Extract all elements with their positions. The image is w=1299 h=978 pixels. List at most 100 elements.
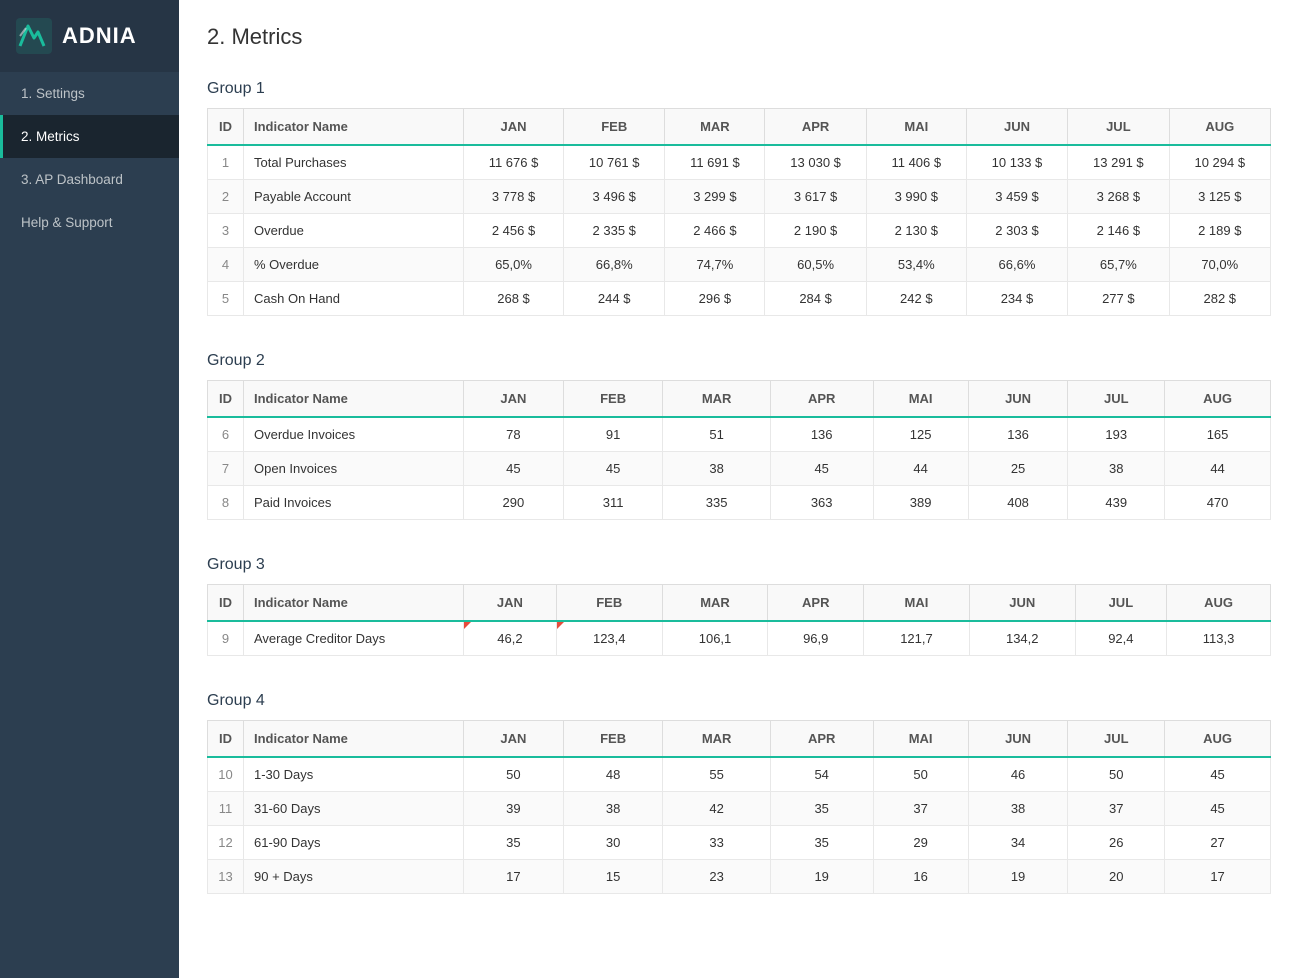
cell-feb: 2 335 $ <box>564 214 665 248</box>
row-id: 5 <box>208 282 244 316</box>
col-header-jun: JUN <box>969 585 1075 622</box>
cell-feb: 311 <box>563 486 663 520</box>
cell-mar: 296 $ <box>665 282 765 316</box>
cell-jan: 39 <box>464 792 564 826</box>
table-row: 1Total Purchases11 676 $10 761 $11 691 $… <box>208 145 1271 180</box>
cell-mar: 11 691 $ <box>665 145 765 180</box>
cell-mar: 106,1 <box>662 621 768 656</box>
cell-feb: 38 <box>563 792 663 826</box>
cell-jul: 26 <box>1068 826 1165 860</box>
cell-jun: 3 459 $ <box>966 180 1067 214</box>
groups-container: Group 1 IDIndicator NameJANFEBMARAPRMAIJU… <box>207 80 1271 894</box>
cell-aug: 45 <box>1165 792 1271 826</box>
col-header-jan: JAN <box>464 721 564 758</box>
cell-jun: 408 <box>968 486 1068 520</box>
sidebar-item-metrics[interactable]: 2. Metrics <box>0 115 179 158</box>
indicator-name: Open Invoices <box>244 452 464 486</box>
group-section-group3: Group 3IDIndicator NameJANFEBMARAPRMAIJU… <box>207 556 1271 656</box>
cell-mar: 33 <box>663 826 770 860</box>
col-header-jul: JUL <box>1075 585 1166 622</box>
cell-aug: 44 <box>1165 452 1271 486</box>
cell-aug: 27 <box>1165 826 1271 860</box>
col-header-apr: APR <box>768 585 864 622</box>
col-header-jan: JAN <box>464 109 564 146</box>
col-header-apr: APR <box>770 381 873 418</box>
cell-jun: 2 303 $ <box>966 214 1067 248</box>
table-row: 9Average Creditor Days46,2123,4106,196,9… <box>208 621 1271 656</box>
sidebar-item-help-support[interactable]: Help & Support <box>0 201 179 244</box>
table-row: 101-30 Days5048555450465045 <box>208 757 1271 792</box>
cell-mar: 2 466 $ <box>665 214 765 248</box>
cell-jan: 50 <box>464 757 564 792</box>
col-header-jun: JUN <box>968 381 1068 418</box>
cell-mai: 37 <box>873 792 968 826</box>
col-header-jul: JUL <box>1068 381 1165 418</box>
cell-apr: 136 <box>770 417 873 452</box>
cell-feb: 66,8% <box>564 248 665 282</box>
cell-mar: 335 <box>663 486 770 520</box>
cell-jul: 38 <box>1068 452 1165 486</box>
cell-jul: 2 146 $ <box>1068 214 1169 248</box>
cell-jan: 268 $ <box>464 282 564 316</box>
cell-jun: 134,2 <box>969 621 1075 656</box>
sidebar-item-settings[interactable]: 1. Settings <box>0 72 179 115</box>
cell-feb: 244 $ <box>564 282 665 316</box>
cell-apr: 13 030 $ <box>765 145 866 180</box>
indicator-name: Payable Account <box>244 180 464 214</box>
indicator-name: Cash On Hand <box>244 282 464 316</box>
cell-jan: 17 <box>464 860 564 894</box>
cell-mar: 38 <box>663 452 770 486</box>
col-header-apr: APR <box>770 721 873 758</box>
cell-feb: 91 <box>563 417 663 452</box>
row-id: 3 <box>208 214 244 248</box>
cell-aug: 165 <box>1165 417 1271 452</box>
col-header-jan: JAN <box>464 585 557 622</box>
cell-feb: 10 761 $ <box>564 145 665 180</box>
row-id: 11 <box>208 792 244 826</box>
col-header-aug: AUG <box>1165 721 1271 758</box>
table-row: 1131-60 Days3938423537383745 <box>208 792 1271 826</box>
logo-area: ADNIA <box>0 0 179 72</box>
cell-jun: 66,6% <box>966 248 1067 282</box>
cell-mar: 74,7% <box>665 248 765 282</box>
cell-aug: 2 189 $ <box>1169 214 1270 248</box>
cell-mai: 53,4% <box>866 248 966 282</box>
row-id: 12 <box>208 826 244 860</box>
indicator-name: Paid Invoices <box>244 486 464 520</box>
cell-jun: 34 <box>968 826 1068 860</box>
cell-jun: 19 <box>968 860 1068 894</box>
cell-mai: 125 <box>873 417 968 452</box>
cell-mai: 2 130 $ <box>866 214 966 248</box>
indicator-name: 31-60 Days <box>244 792 464 826</box>
row-id: 10 <box>208 757 244 792</box>
row-id: 7 <box>208 452 244 486</box>
cell-feb: 123,4 <box>556 621 662 656</box>
cell-apr: 3 617 $ <box>765 180 866 214</box>
cell-jul: 50 <box>1068 757 1165 792</box>
cell-jan: 45 <box>464 452 564 486</box>
col-header-id: ID <box>208 585 244 622</box>
cell-jul: 65,7% <box>1068 248 1169 282</box>
cell-jan: 35 <box>464 826 564 860</box>
cell-aug: 17 <box>1165 860 1271 894</box>
sidebar-item-ap-dashboard[interactable]: 3. AP Dashboard <box>0 158 179 201</box>
cell-aug: 70,0% <box>1169 248 1270 282</box>
cell-apr: 96,9 <box>768 621 864 656</box>
col-header-mai: MAI <box>864 585 970 622</box>
col-header-indicator name: Indicator Name <box>244 381 464 418</box>
group-title-group2: Group 2 <box>207 352 1271 370</box>
cell-jun: 25 <box>968 452 1068 486</box>
cell-mai: 50 <box>873 757 968 792</box>
cell-feb: 45 <box>563 452 663 486</box>
cell-feb: 15 <box>563 860 663 894</box>
cell-jan: 11 676 $ <box>464 145 564 180</box>
table-row: 3Overdue2 456 $2 335 $2 466 $2 190 $2 13… <box>208 214 1271 248</box>
group-title-group1: Group 1 <box>207 80 1271 98</box>
table-group4: IDIndicator NameJANFEBMARAPRMAIJUNJULAUG… <box>207 720 1271 894</box>
indicator-name: 1-30 Days <box>244 757 464 792</box>
col-header-jul: JUL <box>1068 721 1165 758</box>
row-id: 2 <box>208 180 244 214</box>
col-header-feb: FEB <box>564 109 665 146</box>
col-header-aug: AUG <box>1167 585 1271 622</box>
group-section-group4: Group 4IDIndicator NameJANFEBMARAPRMAIJU… <box>207 692 1271 894</box>
